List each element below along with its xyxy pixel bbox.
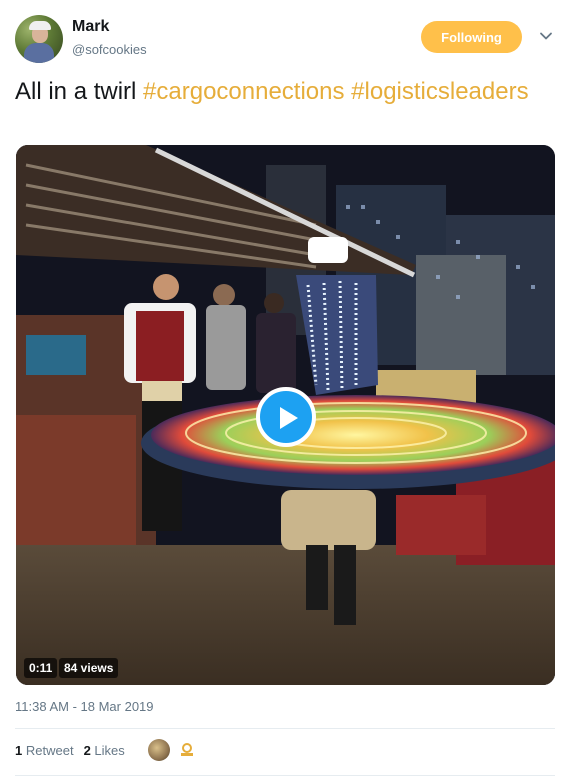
play-button[interactable] xyxy=(256,387,316,447)
likes-stat[interactable]: 2 Likes xyxy=(84,743,125,758)
hashtag-link[interactable]: #logisticsleaders xyxy=(351,78,528,105)
tweet-timestamp[interactable]: 11:38 AM - 18 Mar 2019 xyxy=(15,699,154,714)
chevron-down-icon[interactable] xyxy=(538,28,554,44)
likes-label: Likes xyxy=(94,743,125,758)
tweet-text: All in a twirl #cargoconnections #logist… xyxy=(15,75,535,108)
liker-avatar[interactable] xyxy=(148,739,170,761)
author-name[interactable]: Mark xyxy=(72,18,109,36)
cargo-logo-icon xyxy=(181,743,193,756)
hashtag-link[interactable]: #cargoconnections xyxy=(143,78,344,105)
divider xyxy=(15,728,555,729)
play-icon xyxy=(280,407,298,429)
author-avatar[interactable] xyxy=(15,15,63,63)
retweet-count: 1 xyxy=(15,743,23,758)
following-button[interactable]: Following xyxy=(421,21,522,53)
retweet-label: Retweet xyxy=(25,743,74,758)
retweet-stat[interactable]: 1 Retweet xyxy=(15,743,74,758)
tweet-stats: 1 Retweet 2 Likes xyxy=(15,743,125,758)
video-views-badge: 84 views xyxy=(59,658,119,678)
divider xyxy=(15,775,555,776)
tweet-text-body: All in a twirl xyxy=(15,78,137,105)
video-duration-badge: 0:11 xyxy=(24,658,58,678)
like-count: 2 xyxy=(83,743,91,758)
liker-avatar[interactable] xyxy=(176,739,198,761)
author-handle[interactable]: @sofcookies xyxy=(72,42,147,57)
